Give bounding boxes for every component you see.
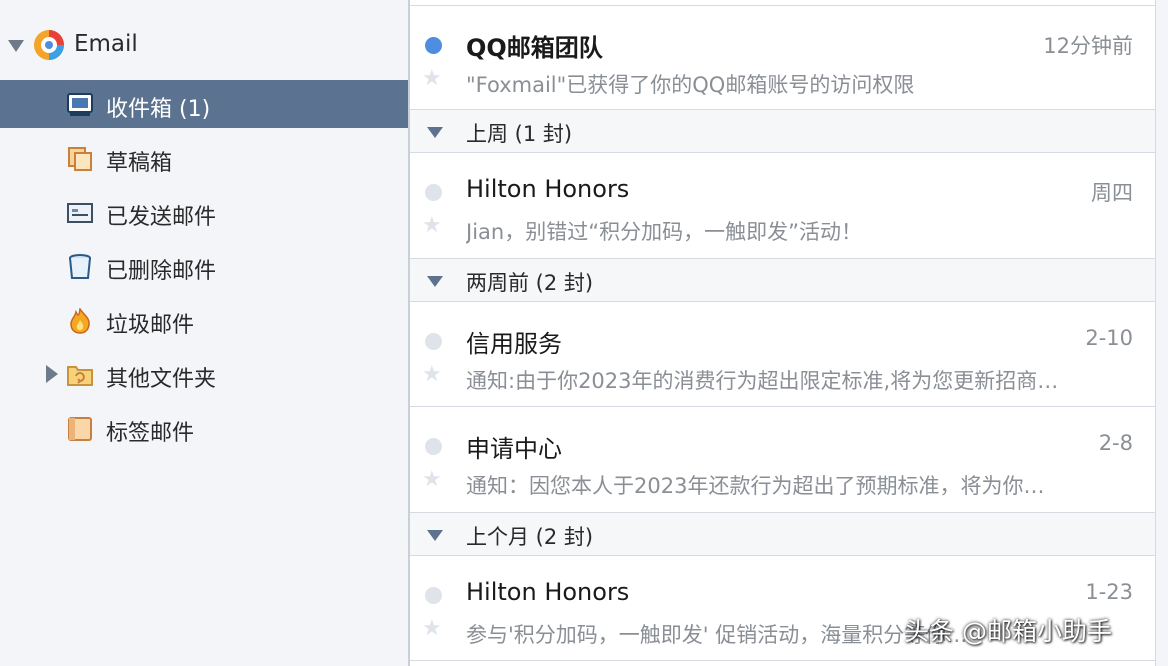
folder-label: 垃圾邮件 bbox=[106, 313, 195, 338]
mail-sender: 信用服务 bbox=[466, 330, 562, 358]
group-label: 上周 (1 封) bbox=[466, 122, 573, 146]
mail-sender: Hilton Honors bbox=[466, 175, 630, 203]
star-icon[interactable]: ★ bbox=[422, 469, 442, 491]
read-dot-icon[interactable] bbox=[425, 587, 442, 604]
foxmail-window: Email 收件箱 (1) 草稿箱 已发送邮件 已删除邮件 垃圾邮件 其他文件夹… bbox=[0, 0, 1168, 666]
group-header-last-week[interactable]: 上周 (1 封) bbox=[410, 110, 1155, 153]
read-dot-icon[interactable] bbox=[425, 184, 442, 201]
folder-spam[interactable]: 垃圾邮件 bbox=[0, 296, 408, 344]
collapse-triangle-icon[interactable] bbox=[427, 530, 443, 541]
folder-label: 标签邮件 bbox=[106, 421, 195, 446]
mail-time: 2-10 bbox=[1085, 326, 1133, 350]
spam-fire-icon bbox=[70, 308, 90, 334]
folder-sidebar: Email 收件箱 (1) 草稿箱 已发送邮件 已删除邮件 垃圾邮件 其他文件夹… bbox=[0, 0, 408, 666]
mail-preview: "Foxmail"已获得了你的QQ邮箱账号的访问权限 bbox=[466, 73, 915, 97]
folder-label: 其他文件夹 bbox=[106, 367, 217, 392]
mail-preview: 通知:由于你2023年的消费行为超出限定标准,将为您更新招商… bbox=[466, 369, 1059, 393]
watermark-text: 头条 @邮箱小助手 bbox=[904, 617, 1112, 646]
folder-deleted[interactable]: 已删除邮件 bbox=[0, 242, 408, 290]
mail-sender: Hilton Honors bbox=[466, 578, 630, 606]
sent-icon bbox=[67, 203, 93, 223]
mail-item[interactable]: QQ邮箱团队 12分钟前 ★ "Foxmail"已获得了你的QQ邮箱账号的访问权… bbox=[410, 6, 1155, 110]
mail-preview: Jian，别错过“积分加码，一触即发”活动！ bbox=[466, 220, 862, 244]
account-row[interactable]: Email bbox=[0, 26, 408, 66]
read-dot-icon[interactable] bbox=[425, 438, 442, 455]
collapse-triangle-icon[interactable] bbox=[427, 127, 443, 138]
mail-item[interactable]: Hilton Honors 周四 ★ Jian，别错过“积分加码，一触即发”活动… bbox=[410, 153, 1155, 259]
mail-item[interactable]: 信用服务 2-10 ★ 通知:由于你2023年的消费行为超出限定标准,将为您更新… bbox=[410, 302, 1155, 407]
group-header-last-month[interactable]: 上个月 (2 封) bbox=[410, 513, 1155, 556]
collapse-triangle-icon[interactable] bbox=[427, 276, 443, 287]
folder-inbox[interactable]: 收件箱 (1) bbox=[0, 80, 408, 128]
account-name: Email bbox=[74, 31, 138, 57]
mail-time: 2-8 bbox=[1098, 431, 1133, 455]
read-dot-icon[interactable] bbox=[425, 333, 442, 350]
folder-drafts[interactable]: 草稿箱 bbox=[0, 134, 408, 182]
star-icon[interactable]: ★ bbox=[422, 364, 442, 386]
group-header-two-weeks[interactable]: 两周前 (2 封) bbox=[410, 259, 1155, 302]
mail-item[interactable]: 申请中心 2-8 ★ 通知：因您本人于2023年还款行为超出了预期标准，将为你… bbox=[410, 407, 1155, 513]
folder-label: 已删除邮件 bbox=[106, 259, 217, 284]
folder-label: 草稿箱 bbox=[106, 151, 173, 176]
folder-label: 收件箱 (1) bbox=[106, 97, 211, 122]
collapse-triangle-icon[interactable] bbox=[8, 40, 24, 52]
expand-triangle-icon[interactable] bbox=[46, 365, 58, 383]
star-icon[interactable]: ★ bbox=[422, 215, 442, 237]
scrollbar-track[interactable] bbox=[1155, 0, 1168, 666]
folder-label: 已发送邮件 bbox=[106, 205, 217, 230]
mail-preview: 通知：因您本人于2023年还款行为超出了预期标准，将为你… bbox=[466, 474, 1045, 498]
star-icon[interactable]: ★ bbox=[422, 68, 442, 90]
drafts-icon bbox=[68, 147, 92, 171]
trash-icon bbox=[69, 254, 91, 279]
other-folder-icon bbox=[67, 366, 93, 386]
mail-sender: 申请中心 bbox=[466, 435, 562, 463]
mail-time: 12分钟前 bbox=[1043, 34, 1133, 58]
mail-list: QQ邮箱团队 12分钟前 ★ "Foxmail"已获得了你的QQ邮箱账号的访问权… bbox=[410, 0, 1155, 666]
mail-time: 周四 bbox=[1091, 181, 1133, 205]
qq-mail-logo-icon bbox=[34, 30, 64, 60]
mail-time: 1-23 bbox=[1085, 580, 1133, 604]
tag-icon bbox=[68, 417, 92, 441]
group-label: 上个月 (2 封) bbox=[466, 525, 594, 549]
folder-sent[interactable]: 已发送邮件 bbox=[0, 188, 408, 236]
group-label: 两周前 (2 封) bbox=[466, 271, 594, 295]
unread-dot-icon[interactable] bbox=[425, 37, 442, 54]
mail-sender: QQ邮箱团队 bbox=[466, 34, 603, 62]
folder-other[interactable]: 其他文件夹 bbox=[0, 350, 408, 398]
star-icon[interactable]: ★ bbox=[422, 618, 442, 640]
inbox-icon bbox=[67, 93, 93, 116]
folder-tagged[interactable]: 标签邮件 bbox=[0, 404, 408, 452]
